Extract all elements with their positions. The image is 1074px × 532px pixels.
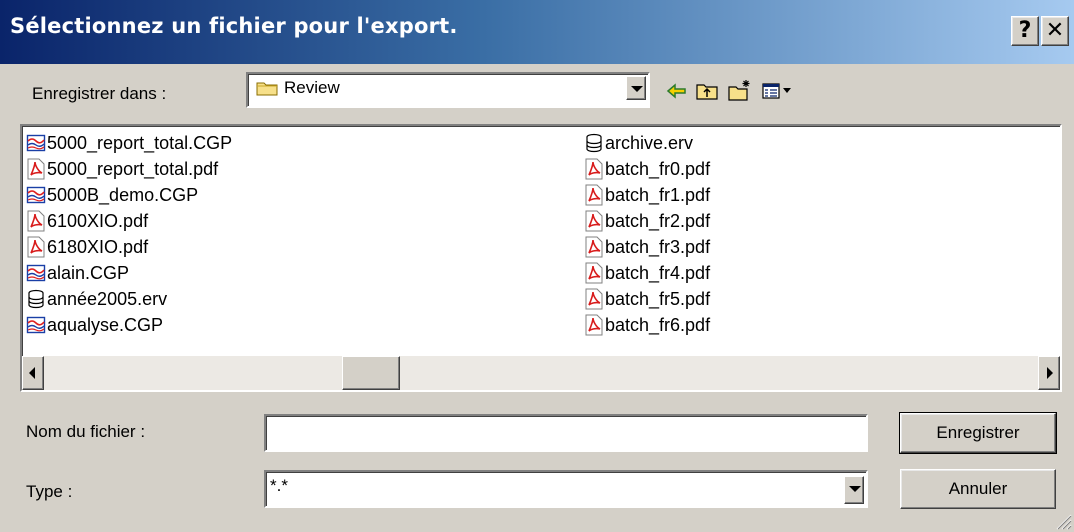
pdf-icon: [26, 236, 47, 258]
file-list[interactable]: 5000_report_total.CGP 5000_report_total.p…: [20, 124, 1062, 392]
file-item[interactable]: archive.erv: [584, 130, 710, 156]
file-item[interactable]: alain.CGP: [26, 260, 232, 286]
new-folder-icon[interactable]: [726, 78, 752, 104]
file-name: batch_fr1.pdf: [605, 184, 711, 205]
type-value: *.*: [270, 476, 288, 495]
file-item[interactable]: batch_fr0.pdf: [584, 156, 710, 182]
file-item[interactable]: 5000_report_total.pdf: [26, 156, 232, 182]
pdf-icon: [26, 158, 47, 180]
pdf-icon: [584, 262, 605, 284]
file-item[interactable]: 6180XIO.pdf: [26, 234, 232, 260]
file-column-1: 5000_report_total.CGP 5000_report_total.p…: [26, 130, 232, 338]
back-arrow-icon[interactable]: [664, 78, 690, 104]
scroll-right-button[interactable]: [1038, 356, 1060, 390]
title-bar: Sélectionnez un fichier pour l'export. ?…: [0, 0, 1074, 64]
scroll-thumb[interactable]: [342, 356, 400, 390]
file-name: batch_fr6.pdf: [605, 314, 711, 335]
file-name: 5000_report_total.pdf: [47, 158, 219, 179]
file-column-2: archive.erv batch_fr0.pdf batch_fr1.pdfbat…: [584, 130, 710, 338]
file-name: alain.CGP: [47, 262, 130, 283]
pdf-icon: [584, 288, 605, 310]
window-title: Sélectionnez un fichier pour l'export.: [10, 14, 458, 38]
file-name: batch_fr3.pdf: [605, 236, 711, 257]
file-name: aqualyse.CGP: [47, 314, 164, 335]
folder-icon: [256, 82, 278, 96]
cancel-button[interactable]: Annuler: [900, 469, 1056, 509]
pdf-icon: [584, 158, 605, 180]
file-name: batch_fr4.pdf: [605, 262, 711, 283]
up-folder-icon[interactable]: [694, 78, 720, 104]
file-item[interactable]: batch_fr4.pdf: [584, 260, 710, 286]
resize-grip-icon[interactable]: [1054, 512, 1072, 530]
type-dropdown-button[interactable]: [844, 476, 864, 504]
file-item[interactable]: batch_fr2.pdf: [584, 208, 710, 234]
file-item[interactable]: batch_fr6.pdf: [584, 312, 710, 338]
file-name: année2005.erv: [47, 288, 168, 309]
pdf-icon: [584, 236, 605, 258]
scroll-left-button[interactable]: [22, 356, 44, 390]
type-label: Type :: [26, 482, 73, 501]
pdf-icon: [584, 210, 605, 232]
cgp-icon: [26, 315, 47, 335]
pdf-icon: [26, 210, 47, 232]
cgp-icon: [26, 133, 47, 153]
close-button[interactable]: ✕: [1041, 16, 1069, 46]
file-name: 6100XIO.pdf: [47, 210, 149, 231]
save-in-label: Enregistrer dans :: [32, 84, 167, 103]
file-item[interactable]: batch_fr5.pdf: [584, 286, 710, 312]
file-name: batch_fr5.pdf: [605, 288, 711, 309]
cgp-icon: [26, 263, 47, 283]
file-item[interactable]: batch_fr3.pdf: [584, 234, 710, 260]
save-in-value: Review: [284, 78, 340, 97]
file-item[interactable]: aqualyse.CGP: [26, 312, 232, 338]
type-combo[interactable]: *.*: [264, 470, 868, 508]
file-name: batch_fr0.pdf: [605, 158, 711, 179]
save-button[interactable]: Enregistrer: [899, 412, 1057, 454]
filename-input[interactable]: [264, 414, 868, 452]
file-name: 5000B_demo.CGP: [47, 184, 199, 205]
pdf-icon: [584, 184, 605, 206]
view-menu-icon[interactable]: [760, 78, 796, 104]
file-name: batch_fr2.pdf: [605, 210, 711, 231]
save-in-dropdown-button[interactable]: [626, 76, 646, 100]
file-name: 6180XIO.pdf: [47, 236, 149, 257]
save-in-combo[interactable]: Review: [246, 72, 650, 108]
file-item[interactable]: 5000B_demo.CGP: [26, 182, 232, 208]
horizontal-scrollbar[interactable]: [22, 356, 1060, 390]
file-item[interactable]: 6100XIO.pdf: [26, 208, 232, 234]
database-icon: [584, 133, 605, 153]
file-name: 5000_report_total.CGP: [47, 132, 233, 153]
file-name: archive.erv: [605, 132, 694, 153]
cgp-icon: [26, 185, 47, 205]
database-icon: [26, 289, 47, 309]
pdf-icon: [584, 314, 605, 336]
file-item[interactable]: 5000_report_total.CGP: [26, 130, 232, 156]
file-item[interactable]: batch_fr1.pdf: [584, 182, 710, 208]
help-button[interactable]: ?: [1011, 16, 1039, 46]
file-item[interactable]: année2005.erv: [26, 286, 232, 312]
filename-label: Nom du fichier :: [26, 422, 146, 441]
